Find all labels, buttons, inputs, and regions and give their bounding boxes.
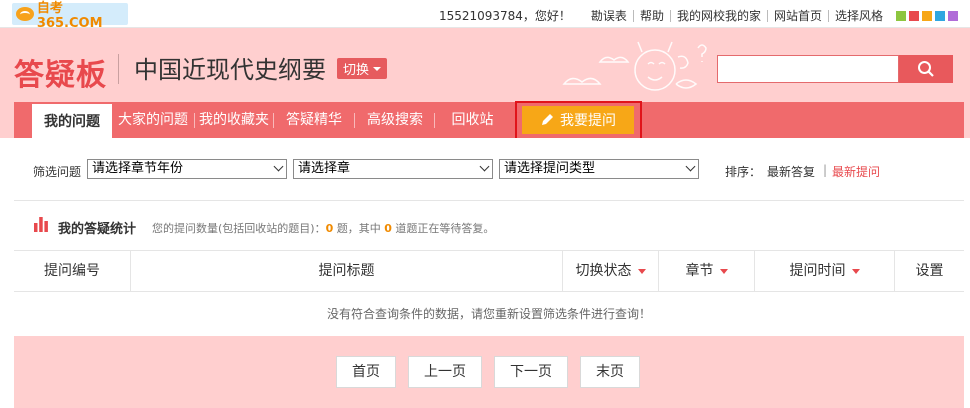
chevron-down-icon bbox=[373, 66, 382, 71]
style-swatches bbox=[893, 10, 958, 21]
chapter-select-value: 请选择章 bbox=[298, 161, 351, 176]
search-icon bbox=[918, 61, 934, 77]
ask-button-label: 我要提问 bbox=[560, 113, 616, 129]
next-page-button[interactable]: 下一页 bbox=[494, 356, 568, 388]
column-question-time[interactable]: 提问时间 bbox=[754, 251, 894, 292]
sort-latest-reply[interactable]: 最新答复 bbox=[767, 163, 815, 180]
logo-icon bbox=[16, 7, 34, 21]
last-page-button[interactable]: 末页 bbox=[580, 356, 640, 388]
question-type-select-value: 请选择提问类型 bbox=[504, 161, 596, 176]
chevron-down-icon bbox=[479, 161, 490, 172]
tab-my-questions[interactable]: 我的问题 bbox=[32, 102, 112, 140]
first-page-button[interactable]: 首页 bbox=[336, 356, 396, 388]
top-links: 15521093784，您好！ 勘误表 帮助 我的网校我的家 网站首页 选择风格 bbox=[439, 7, 958, 24]
year-select-value: 请选择章节年份 bbox=[92, 161, 184, 176]
switch-label: 切换 bbox=[343, 63, 370, 78]
table-header: 提问编号 提问标题 切换状态 章节 提问时间 设置 bbox=[14, 250, 964, 292]
main-tabs: 我的问题 大家的问题 我的收藏夹 答疑精华 高级搜索 回收站 bbox=[14, 102, 964, 140]
switch-course-button[interactable]: 切换 bbox=[337, 58, 388, 79]
sort-caret-icon bbox=[637, 268, 646, 274]
sort-label: 排序： bbox=[725, 165, 762, 179]
pagination: 首页 上一页 下一页 末页 bbox=[14, 336, 964, 408]
stats-summary: 您的提问数量(包括回收站的题目)：0 题，其中 0 道题正在等待答复。 bbox=[152, 222, 495, 235]
swatch-blue[interactable] bbox=[935, 10, 945, 21]
prev-page-button[interactable]: 上一页 bbox=[408, 356, 482, 388]
search-button[interactable] bbox=[899, 55, 953, 83]
stats-title: 我的答疑统计 bbox=[58, 222, 137, 237]
chevron-down-icon bbox=[685, 161, 696, 172]
header-divider bbox=[118, 54, 119, 84]
swatch-red[interactable] bbox=[909, 10, 919, 21]
mascot-illustration bbox=[562, 41, 707, 91]
sort-caret-icon bbox=[851, 268, 860, 274]
column-question-id: 提问编号 bbox=[44, 263, 100, 279]
question-type-select[interactable]: 请选择提问类型 bbox=[499, 159, 699, 179]
link-choose-style[interactable]: 选择风格 bbox=[827, 9, 889, 22]
sort-caret-icon bbox=[719, 268, 728, 274]
ask-question-button[interactable]: 我要提问 bbox=[522, 106, 634, 134]
link-my-school[interactable]: 我的网校我的家 bbox=[669, 9, 767, 22]
chevron-down-icon bbox=[273, 161, 284, 172]
stats-waiting-count: 0 bbox=[384, 222, 392, 235]
swatch-green[interactable] bbox=[896, 10, 906, 21]
sort-latest-question[interactable]: 最新提问 bbox=[832, 163, 880, 180]
column-status[interactable]: 切换状态 bbox=[562, 251, 658, 292]
empty-table-message: 没有符合查询条件的数据，请您重新设置筛选条件进行查询！ bbox=[14, 292, 964, 336]
pencil-icon bbox=[542, 114, 553, 125]
year-select[interactable]: 请选择章节年份 bbox=[87, 159, 287, 179]
column-settings: 设置 bbox=[894, 251, 964, 292]
tab-best-answers[interactable]: 答疑精华 bbox=[274, 102, 354, 138]
divider bbox=[14, 200, 964, 201]
course-title: 中国近现代史纲要 bbox=[134, 56, 326, 84]
tab-recycle-bin[interactable]: 回收站 bbox=[435, 102, 510, 138]
top-bar: 自考365.COM 15521093784，您好！ 勘误表 帮助 我的网校我的家… bbox=[0, 0, 970, 31]
logo-text: 自考365.COM bbox=[36, 1, 103, 31]
column-question-title: 提问标题 bbox=[130, 251, 562, 292]
column-chapter[interactable]: 章节 bbox=[658, 251, 754, 292]
tab-all-questions[interactable]: 大家的问题 bbox=[114, 102, 192, 138]
link-errata[interactable]: 勘误表 bbox=[585, 10, 633, 22]
link-home[interactable]: 网站首页 bbox=[766, 9, 828, 22]
tab-favorites[interactable]: 我的收藏夹 bbox=[195, 102, 273, 138]
swatch-orange[interactable] bbox=[922, 10, 932, 21]
filter-label: 筛选问题 bbox=[33, 165, 82, 179]
chapter-select[interactable]: 请选择章 bbox=[293, 159, 493, 179]
user-greeting: 15521093784，您好！ bbox=[438, 9, 571, 23]
brand-title: 答疑板 bbox=[14, 58, 107, 93]
swatch-purple[interactable] bbox=[948, 10, 958, 21]
sort-separator: | bbox=[823, 163, 828, 177]
search-input[interactable] bbox=[717, 55, 899, 83]
site-logo[interactable]: 自考365.COM bbox=[12, 1, 128, 31]
tab-advanced-search[interactable]: 高级搜索 bbox=[355, 102, 435, 138]
link-help[interactable]: 帮助 bbox=[632, 9, 670, 22]
bar-chart-icon bbox=[34, 217, 48, 232]
